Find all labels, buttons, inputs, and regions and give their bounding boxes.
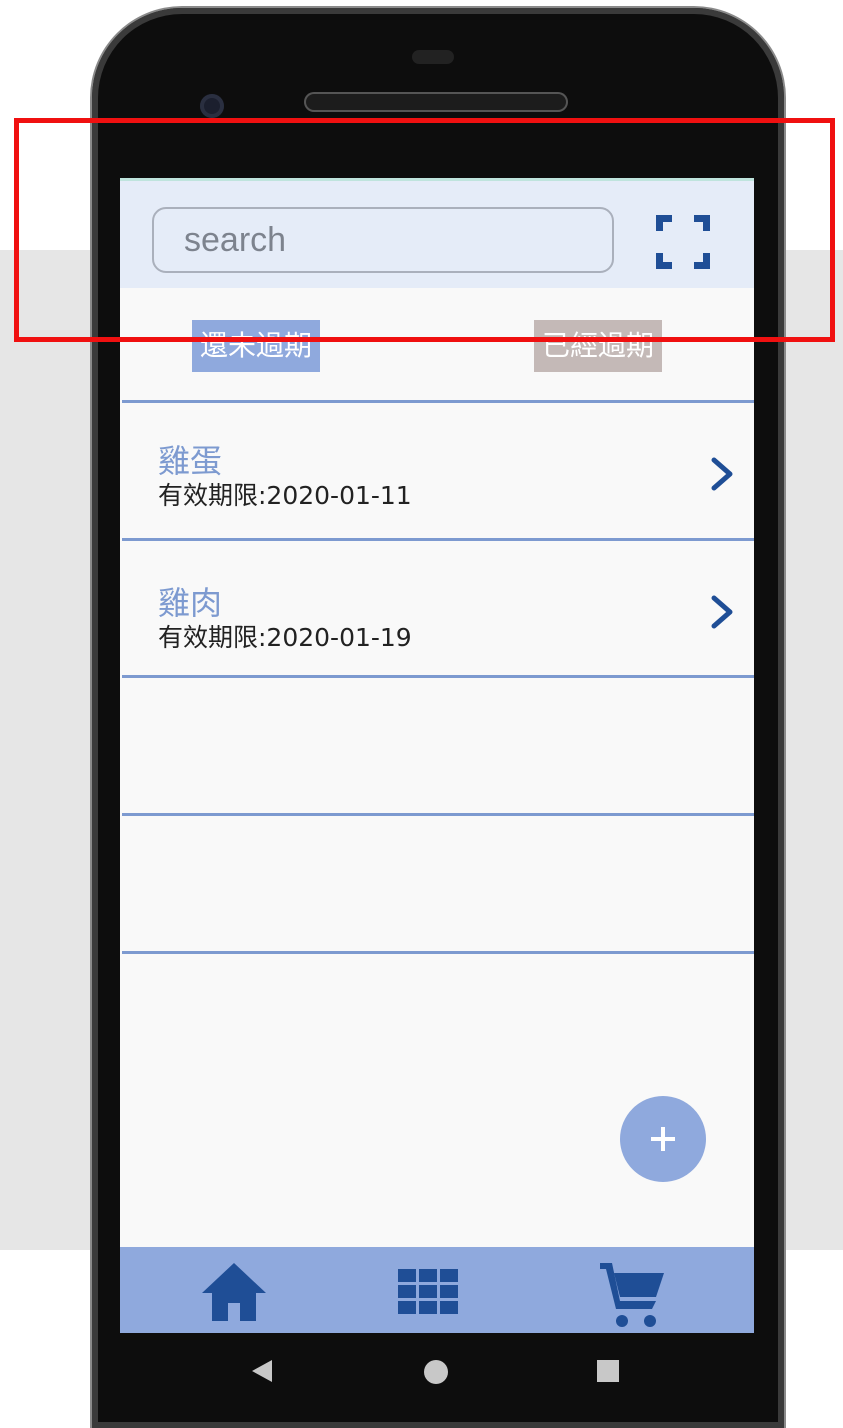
plus-icon (651, 1127, 675, 1151)
chevron-right-icon[interactable] (706, 592, 738, 632)
back-icon[interactable] (250, 1358, 274, 1384)
earpiece-grille (304, 92, 568, 112)
item-expiry: 有效期限:2020-01-11 (158, 481, 412, 510)
chevron-right-icon[interactable] (706, 454, 738, 494)
front-camera (200, 94, 224, 118)
home-icon[interactable] (198, 1259, 270, 1323)
highlight-annotation-box (14, 118, 835, 342)
cart-icon[interactable] (598, 1259, 668, 1331)
recents-icon[interactable] (597, 1360, 619, 1382)
grid-icon[interactable] (398, 1269, 458, 1315)
top-speaker (412, 50, 454, 64)
divider (122, 538, 754, 541)
add-item-button[interactable] (620, 1096, 706, 1182)
divider (122, 951, 754, 954)
divider (122, 400, 754, 403)
divider (122, 675, 754, 678)
bottom-navigation (120, 1247, 754, 1333)
item-expiry: 有效期限:2020-01-19 (158, 623, 412, 652)
divider (122, 813, 754, 816)
system-navigation-bar (0, 1333, 843, 1409)
home-circle-icon[interactable] (424, 1360, 448, 1384)
app-screen: search 還未過期 已經過期 雞蛋 有效期限:2020-01-11 雞肉 有… (120, 178, 754, 1333)
